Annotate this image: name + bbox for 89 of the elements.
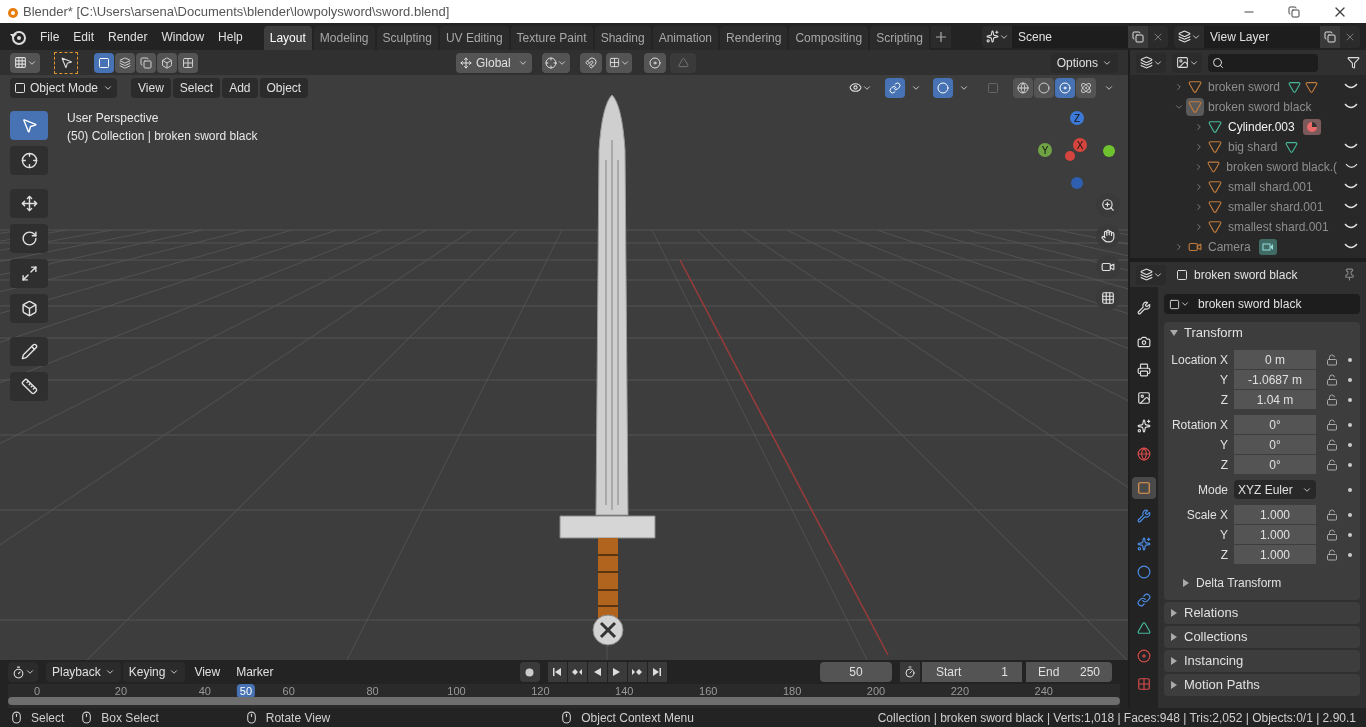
workspace-tab[interactable]: Texture Paint — [510, 26, 593, 50]
field-label: Z — [1219, 546, 1229, 564]
current-frame-field[interactable]: 50 — [820, 662, 892, 682]
axis-handle[interactable]: Z — [1070, 111, 1084, 125]
outliner-item[interactable]: big shard — [1228, 138, 1278, 156]
workspace-tab[interactable]: Shading — [594, 26, 651, 50]
frame-number: 100 — [447, 685, 466, 697]
timeline-dropdown[interactable]: Playback — [46, 662, 121, 682]
workspace-tab[interactable]: Animation — [652, 26, 719, 50]
workspace-tab[interactable]: Scripting — [870, 26, 929, 50]
value-field[interactable]: 1.000 — [1234, 545, 1316, 564]
shortcut-hint: Object Context Menu — [581, 709, 694, 727]
timeline-menu[interactable]: Marker — [229, 662, 281, 682]
object-name-label: broken sword black — [1194, 266, 1298, 284]
frame-number: 120 — [531, 685, 550, 697]
collection-info-label: (50) Collection | broken sword black — [67, 128, 258, 145]
viewport-menu[interactable]: View — [131, 77, 171, 98]
playhead[interactable]: 50 — [236, 684, 256, 698]
value-field[interactable]: 0° — [1234, 455, 1316, 474]
menu-item[interactable]: Edit — [66, 25, 102, 48]
shortcut-hint: Rotate View — [265, 709, 331, 727]
field-label: Mode — [1196, 481, 1229, 499]
end-frame-field[interactable]: End 250 — [1026, 662, 1112, 682]
axis-handle[interactable]: Y — [1038, 143, 1052, 157]
value-field[interactable]: 0 m — [1234, 350, 1316, 369]
workspace-tab[interactable]: Sculpting — [376, 26, 438, 50]
menu-item[interactable]: File — [33, 25, 67, 48]
menu-item[interactable]: Render — [101, 25, 155, 48]
viewport-menu[interactable]: Select — [172, 77, 221, 98]
outliner-item[interactable]: smaller shard.001 — [1228, 198, 1324, 216]
frame-number: 40 — [198, 685, 211, 697]
outliner-item[interactable]: Cylinder.003 — [1228, 118, 1295, 136]
window-title: Blender* [C:\Users\arsena\Documents\blender\lowpolysword\sword.blend] — [23, 2, 450, 21]
frame-number: 0 — [33, 685, 41, 697]
options-dropdown[interactable]: Options — [1050, 52, 1118, 73]
value-field[interactable]: 1.04 m — [1234, 390, 1316, 409]
value-field[interactable]: 1.000 — [1234, 525, 1316, 544]
orientation-dropdown[interactable]: Global — [456, 52, 532, 73]
field-label: Y — [1219, 436, 1229, 454]
viewport-menu[interactable]: Object — [259, 77, 309, 98]
timeline-dropdown[interactable]: Keying — [122, 662, 186, 682]
scene-field[interactable]: Scene — [1012, 25, 1128, 48]
outliner-item[interactable]: broken sword — [1208, 78, 1281, 96]
field-label: Z — [1219, 391, 1229, 409]
frame-number: 140 — [615, 685, 634, 697]
frame-number: 180 — [782, 685, 802, 697]
outliner-item[interactable]: broken sword black.( — [1226, 158, 1337, 176]
frame-number: 160 — [699, 685, 718, 697]
object-name-field[interactable]: broken sword black — [1194, 294, 1360, 314]
field-label: Z — [1219, 456, 1229, 474]
mode-dropdown[interactable]: Object Mode — [10, 77, 117, 98]
panel-title[interactable]: Transform — [1184, 323, 1243, 343]
timeline-menu[interactable]: View — [187, 662, 228, 682]
scene-statistics: Collection | broken sword black | Verts:1,018 | Faces:948 | Tris:2,052 | Objects:0/1 | 2.90.1 — [877, 709, 1356, 727]
workspace-tab[interactable]: Compositing — [789, 26, 869, 50]
menu-item[interactable]: Window — [154, 25, 212, 48]
view-layer-field[interactable]: View Layer — [1204, 25, 1320, 48]
start-frame-field[interactable]: Start 1 — [922, 662, 1022, 682]
outliner-item[interactable]: broken sword black — [1208, 98, 1312, 116]
axis-handle[interactable]: X — [1073, 138, 1087, 152]
frame-number: 200 — [866, 685, 886, 697]
shortcut-hint: Select — [31, 709, 65, 727]
subpanel-title[interactable]: Delta Transform — [1196, 574, 1282, 592]
value-field[interactable]: -1.0687 m — [1234, 370, 1316, 389]
value-field[interactable]: 0° — [1234, 435, 1316, 454]
value-field[interactable]: 1.000 — [1234, 505, 1316, 524]
rotation-mode-dropdown[interactable]: XYZ Euler — [1234, 480, 1316, 499]
frame-number: 220 — [950, 685, 970, 697]
field-label: Location X — [1170, 351, 1229, 369]
frame-number: 20 — [114, 685, 127, 697]
field-label: Y — [1219, 526, 1229, 544]
workspace-tab[interactable]: Layout — [263, 26, 312, 50]
viewport-menu[interactable]: Add — [222, 77, 258, 98]
field-label: Y — [1219, 371, 1229, 389]
field-label: Rotation X — [1170, 416, 1229, 434]
outliner-item[interactable]: small shard.001 — [1228, 178, 1313, 196]
outliner-item[interactable]: Camera — [1208, 238, 1251, 256]
frame-number: 240 — [1034, 685, 1053, 697]
workspace-tab[interactable]: Modeling — [313, 26, 375, 50]
value-field[interactable]: 0° — [1234, 415, 1316, 434]
frame-number: 60 — [282, 685, 295, 697]
shortcut-hint: Box Select — [101, 709, 159, 727]
frame-number: 80 — [366, 685, 379, 697]
outliner-item[interactable]: smallest shard.001 — [1228, 218, 1329, 236]
field-label: Scale X — [1185, 506, 1229, 524]
workspace-tab[interactable]: Rendering — [720, 26, 788, 50]
view-name-label: User Perspective — [67, 110, 160, 127]
menu-item[interactable]: Help — [211, 25, 250, 48]
workspace-tab[interactable]: UV Editing — [439, 26, 509, 50]
